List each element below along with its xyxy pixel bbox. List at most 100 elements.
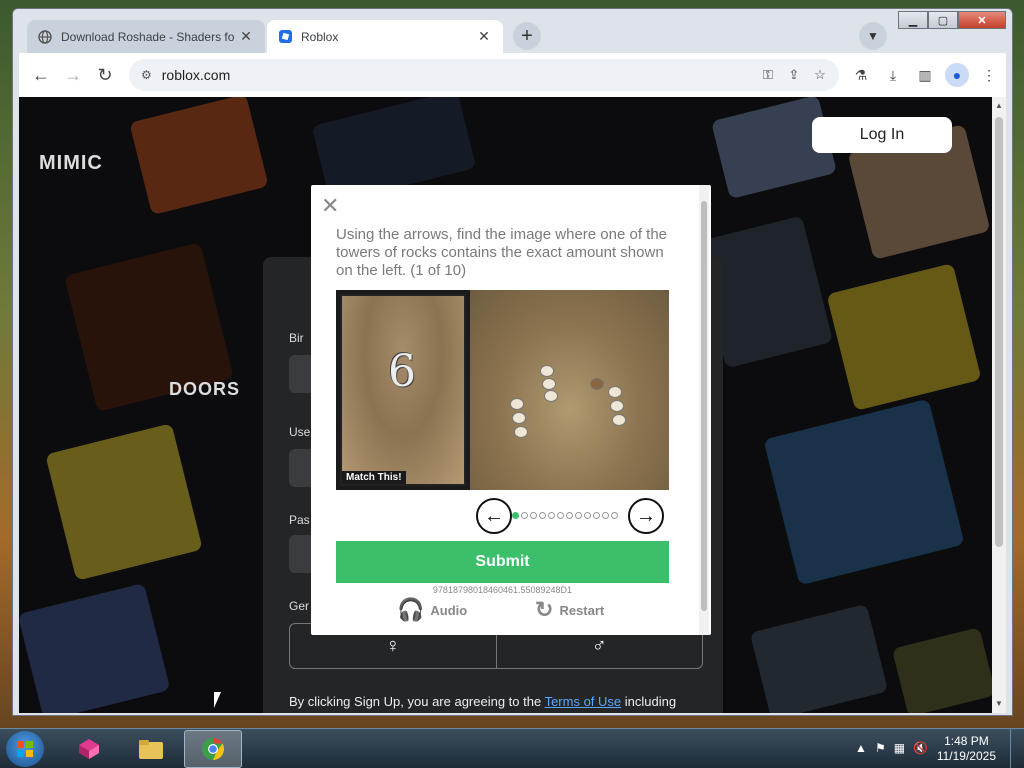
scroll-down-icon[interactable]: ▼ xyxy=(994,699,1004,709)
forward-arrow-icon[interactable]: → xyxy=(61,63,85,87)
bookmark-star-icon[interactable]: ☆ xyxy=(811,66,829,84)
tray-expand-icon[interactable]: ▲ xyxy=(855,741,867,755)
browser-toolbar: ← → ↻ ⚙ roblox.com ⚿ ⇪ ☆ ⚗ ⤓ ▥ ● ⋮ xyxy=(19,53,1006,97)
minimize-button[interactable]: ▁ xyxy=(898,11,928,29)
scroll-thumb[interactable] xyxy=(701,201,707,611)
login-button[interactable]: Log In xyxy=(812,117,952,153)
progress-dot xyxy=(584,512,591,519)
site-info-icon[interactable]: ⚙ xyxy=(141,68,152,82)
tab-title: Roblox xyxy=(301,29,339,44)
progress-dot xyxy=(593,512,600,519)
birthday-label: Bir xyxy=(289,331,304,345)
rock-stone xyxy=(510,398,524,410)
tab-roblox[interactable]: Roblox ✕ xyxy=(267,20,503,53)
progress-dot xyxy=(548,512,555,519)
match-reference-image: 6 Match This! xyxy=(340,294,466,486)
mouse-cursor xyxy=(214,692,226,708)
terms-of-use-link[interactable]: Terms of Use xyxy=(545,694,622,709)
terms-text: By clicking Sign Up, you are agreeing to… xyxy=(289,693,709,711)
address-text: roblox.com xyxy=(161,67,231,83)
terms-suffix: including xyxy=(621,694,677,709)
tab-title: Download Roshade - Shaders fo xyxy=(61,29,235,44)
rock-stone xyxy=(544,390,558,402)
next-arrow-button[interactable]: → xyxy=(628,498,664,534)
progress-dot xyxy=(512,512,519,519)
scroll-up-icon[interactable]: ▲ xyxy=(994,101,1004,111)
progress-dot xyxy=(521,512,528,519)
match-digit: 6 xyxy=(388,346,416,397)
captcha-scrollbar[interactable] xyxy=(699,185,709,635)
share-icon[interactable]: ⇪ xyxy=(785,66,803,84)
roblox-icon xyxy=(277,29,293,45)
page-scrollbar[interactable]: ▲ ▼ xyxy=(992,97,1006,713)
taskbar-chrome-icon[interactable] xyxy=(184,730,242,768)
restart-icon: ↻ xyxy=(535,597,554,622)
tab-strip: Download Roshade - Shaders fo ✕ Roblox ✕… xyxy=(13,9,1012,53)
browser-window: Download Roshade - Shaders fo ✕ Roblox ✕… xyxy=(12,8,1013,716)
maximize-button[interactable]: ▢ xyxy=(928,11,958,29)
rock-stone xyxy=(610,400,624,412)
close-window-button[interactable]: ✕ xyxy=(958,11,1006,29)
game-label-doors: DOORS xyxy=(169,379,241,399)
captcha-navigation: ← → xyxy=(476,498,666,534)
globe-icon xyxy=(37,29,53,45)
taskbar-clock[interactable]: 1:48 PM 11/19/2025 xyxy=(937,734,996,764)
progress-dot xyxy=(566,512,573,519)
tray-network-icon[interactable]: ▦ xyxy=(894,741,905,755)
rock-stone xyxy=(590,378,604,390)
progress-dots xyxy=(512,512,618,519)
progress-dot xyxy=(575,512,582,519)
rock-stone xyxy=(608,386,622,398)
captcha-instruction: Using the arrows, find the image where o… xyxy=(336,226,668,279)
reload-icon[interactable]: ↻ xyxy=(93,63,117,87)
windows-logo-icon xyxy=(17,741,33,757)
rock-tower-scene-image xyxy=(470,290,669,490)
gender-label: Ger xyxy=(289,599,310,613)
audio-option[interactable]: 🎧 Audio xyxy=(397,597,467,623)
extensions-flask-icon[interactable]: ⚗ xyxy=(849,63,873,87)
back-arrow-icon[interactable]: ← xyxy=(29,63,53,87)
clock-time: 1:48 PM xyxy=(944,734,989,748)
side-panel-icon[interactable]: ▥ xyxy=(913,63,937,87)
rock-stone xyxy=(542,378,556,390)
key-icon[interactable]: ⚿ xyxy=(759,66,777,84)
game-label-mimic: MIMIC xyxy=(39,152,103,174)
start-button[interactable] xyxy=(6,731,44,767)
scroll-thumb[interactable] xyxy=(995,117,1003,547)
taskbar-app-cube-icon[interactable] xyxy=(60,730,118,768)
captcha-modal: ✕ Using the arrows, find the image where… xyxy=(311,185,711,635)
password-label: Pas xyxy=(289,513,310,527)
terms-prefix: By clicking Sign Up, you are agreeing to… xyxy=(289,694,545,709)
tab-search-chevron-icon[interactable]: ▼ xyxy=(859,22,887,50)
captcha-image-panel: 6 Match This! xyxy=(336,290,669,490)
close-tab-icon[interactable]: ✕ xyxy=(475,28,493,46)
audio-label: Audio xyxy=(430,602,468,618)
rock-stone xyxy=(512,412,526,424)
match-label: Match This! xyxy=(342,471,406,484)
address-bar[interactable]: ⚙ roblox.com ⚿ ⇪ ☆ xyxy=(129,59,839,91)
taskbar-file-explorer-icon[interactable] xyxy=(122,730,180,768)
progress-dot xyxy=(539,512,546,519)
close-icon[interactable]: ✕ xyxy=(321,193,339,219)
download-icon[interactable]: ⤓ xyxy=(881,63,905,87)
previous-arrow-button[interactable]: ← xyxy=(476,498,512,534)
tray-flag-icon[interactable]: ⚑ xyxy=(875,741,886,755)
close-tab-icon[interactable]: ✕ xyxy=(237,28,255,46)
window-controls: ▁ ▢ ✕ xyxy=(898,11,1006,29)
menu-kebab-icon[interactable]: ⋮ xyxy=(977,63,1001,87)
show-desktop-button[interactable] xyxy=(1010,729,1024,768)
new-tab-button[interactable]: + xyxy=(513,22,541,50)
progress-dot xyxy=(557,512,564,519)
tray-volume-muted-icon[interactable]: 🔇 xyxy=(913,741,928,755)
rock-stone xyxy=(612,414,626,426)
tab-roshade[interactable]: Download Roshade - Shaders fo ✕ xyxy=(27,20,265,53)
profile-avatar-icon[interactable]: ● xyxy=(945,63,969,87)
rock-stone xyxy=(514,426,528,438)
progress-dot xyxy=(611,512,618,519)
restart-label: Restart xyxy=(559,602,605,618)
restart-option[interactable]: ↻ Restart xyxy=(535,597,604,623)
clock-date: 11/19/2025 xyxy=(936,749,996,763)
progress-dot xyxy=(602,512,609,519)
submit-button[interactable]: Submit xyxy=(336,541,669,583)
captcha-session-id: 97818798018460461.55089248D1 xyxy=(432,585,573,595)
